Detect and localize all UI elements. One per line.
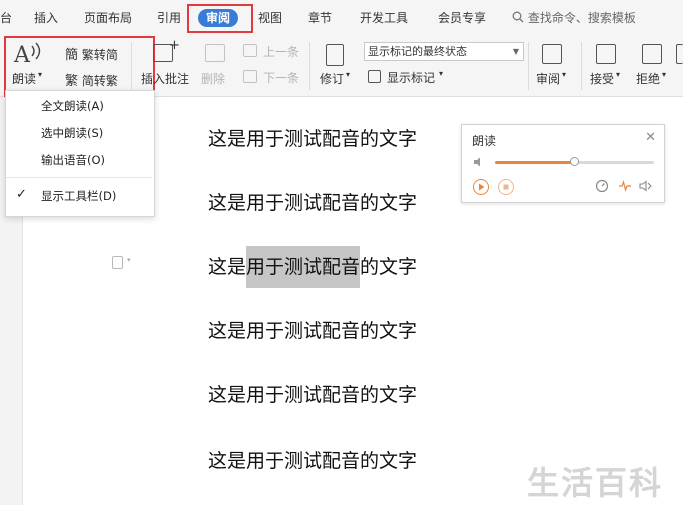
stop-icon <box>503 184 509 190</box>
accept-button[interactable]: 接受 ▾ <box>588 40 628 90</box>
insert-comment-button[interactable]: + 插入批注 <box>139 38 190 90</box>
selected-text[interactable]: 用于测试配音 <box>246 246 361 288</box>
menu-bar: 台 插入 页面布局 引用 审阅 视图 章节 开发工具 会员专享 查找命令、搜索模… <box>0 0 683 36</box>
tab-references[interactable]: 引用 <box>157 9 181 27</box>
voice-wave-icon[interactable] <box>618 179 632 193</box>
doc-line-selected[interactable]: 这是用于测试配音的文字 <box>208 246 418 288</box>
read-aloud-icon: A <box>13 42 41 66</box>
next-comment-button[interactable]: 下一条 <box>243 69 303 85</box>
trad-to-simp-icon: 簡 <box>65 48 79 63</box>
delete-comment-icon <box>205 44 225 62</box>
menu-item-export-audio[interactable]: 输出语音(O) <box>41 152 105 168</box>
accept-icon <box>596 44 616 64</box>
markup-state-select[interactable]: 显示标记的最终状态 ▼ <box>364 42 524 61</box>
play-icon <box>479 183 485 191</box>
svg-text:A: A <box>13 43 31 66</box>
review-pane-icon <box>542 44 562 64</box>
review-pane-button[interactable]: 审阅 ▾ <box>534 40 574 90</box>
chevron-down-icon: ▾ <box>439 69 444 78</box>
show-markup-button[interactable]: 显示标记 ▾ <box>368 69 458 85</box>
chevron-down-icon: ▾ <box>38 70 43 79</box>
prev-label: 上一条 <box>263 45 300 59</box>
revise-icon <box>326 44 344 66</box>
review-label: 审阅 <box>536 72 561 86</box>
read-aloud-button[interactable]: A 朗读 ▾ <box>8 40 48 90</box>
simp-to-trad-label: 简转繁 <box>81 74 118 88</box>
panel-title: 朗读 <box>472 134 497 148</box>
divider <box>309 42 310 90</box>
revise-label: 修订 <box>320 72 345 86</box>
menu-item-show-toolbar[interactable]: 显示工具栏(D) <box>41 188 116 204</box>
more-tools-icon[interactable] <box>676 44 683 64</box>
show-markup-label: 显示标记 <box>387 71 436 85</box>
read-aloud-menu: 全文朗读(A) 选中朗读(S) 输出语音(O) ✓ 显示工具栏(D) <box>5 90 155 217</box>
tab-chapter[interactable]: 章节 <box>308 9 332 27</box>
tab-insert[interactable]: 插入 <box>34 9 58 27</box>
chevron-down-icon: ▾ <box>127 256 131 264</box>
chevron-down-icon: ▾ <box>662 70 667 79</box>
tab-workbench[interactable]: 台 <box>0 9 12 27</box>
next-icon <box>243 70 257 83</box>
simp-to-trad-icon: 繁 <box>65 74 79 89</box>
tab-view[interactable]: 视图 <box>258 9 282 27</box>
menu-item-read-selection[interactable]: 选中朗读(S) <box>41 125 103 141</box>
read-aloud-label: 朗读 <box>12 72 37 86</box>
divider <box>528 42 529 90</box>
delete-label: 删除 <box>201 72 226 86</box>
reject-icon <box>642 44 662 64</box>
divider <box>131 42 132 90</box>
doc-line[interactable]: 这是用于测试配音的文字 <box>208 124 417 151</box>
search-label: 查找命令、搜索模板 <box>527 11 636 25</box>
next-label: 下一条 <box>263 71 300 85</box>
doc-line[interactable]: 这是用于测试配音的文字 <box>208 188 417 215</box>
chevron-down-icon: ▾ <box>562 70 567 79</box>
checkmark-icon: ✓ <box>16 187 27 202</box>
speed-icon[interactable] <box>595 179 609 193</box>
search-icon <box>512 11 524 23</box>
doc-text: 这是 <box>208 256 247 278</box>
play-button[interactable] <box>473 179 489 195</box>
watermark: 生活百科 <box>527 464 664 502</box>
close-icon[interactable]: ✕ <box>645 130 656 145</box>
doc-line[interactable]: 这是用于测试配音的文字 <box>208 380 417 407</box>
insert-comment-label: 插入批注 <box>141 72 190 86</box>
accept-label: 接受 <box>590 72 615 86</box>
tab-review[interactable]: 审阅 <box>198 9 239 27</box>
reject-label: 拒绝 <box>636 72 661 86</box>
revise-button[interactable]: 修订 ▾ <box>316 40 356 90</box>
volume-icon <box>474 157 480 167</box>
chevron-down-icon: ▾ <box>346 70 351 79</box>
tab-page-layout[interactable]: 页面布局 <box>84 9 132 27</box>
delete-button[interactable]: 删除 <box>199 40 235 90</box>
tab-developer[interactable]: 开发工具 <box>360 9 408 27</box>
doc-line[interactable]: 这是用于测试配音的文字 <box>208 446 417 473</box>
volume-slider[interactable] <box>495 157 654 166</box>
tab-member[interactable]: 会员专享 <box>438 9 486 27</box>
doc-text: 的文字 <box>360 256 418 278</box>
trad-to-simp-label: 繁转简 <box>81 48 118 62</box>
voice-settings-icon[interactable] <box>639 179 653 193</box>
markup-state-value: 显示标记的最终状态 <box>368 45 467 58</box>
doc-line[interactable]: 这是用于测试配音的文字 <box>208 316 417 343</box>
menu-item-read-all[interactable]: 全文朗读(A) <box>41 98 104 114</box>
read-aloud-panel: 朗读 ✕ <box>461 124 665 203</box>
prev-comment-button[interactable]: 上一条 <box>243 43 303 59</box>
paragraph-icon[interactable] <box>112 256 123 269</box>
plus-icon: + <box>169 38 180 53</box>
menu-divider <box>6 177 152 178</box>
volume-fill <box>495 161 575 164</box>
prev-icon <box>243 44 257 57</box>
simp-to-trad-button[interactable]: 繁 简转繁 <box>65 70 118 89</box>
chevron-down-icon: ▼ <box>512 47 519 56</box>
reject-button[interactable]: 拒绝 ▾ <box>634 40 674 90</box>
volume-handle[interactable] <box>569 157 579 166</box>
stop-button[interactable] <box>498 179 514 195</box>
divider <box>581 42 582 90</box>
command-search[interactable]: 查找命令、搜索模板 <box>512 9 636 27</box>
show-markup-icon <box>368 70 381 83</box>
trad-to-simp-button[interactable]: 簡 繁转简 <box>65 44 118 63</box>
chevron-down-icon: ▾ <box>616 70 621 79</box>
